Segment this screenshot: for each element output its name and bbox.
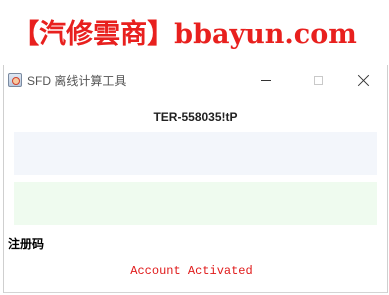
register-code-label: 注册码	[8, 237, 45, 251]
watermark-banner: 【汽修雲商】bbayun.com	[0, 0, 389, 62]
window-bottom-border	[4, 292, 387, 293]
app-window: SFD 离线计算工具 TER-558035!tP 注册码 Account Act…	[3, 65, 388, 293]
close-button[interactable]	[342, 65, 386, 95]
maximize-icon	[313, 75, 323, 85]
window-title: SFD 离线计算工具	[27, 74, 127, 88]
machine-code-label: TER-558035!tP	[153, 110, 238, 124]
input-field-bottom[interactable]	[14, 182, 377, 225]
status-message: Account Activated	[130, 264, 253, 278]
input-field-top[interactable]	[14, 132, 377, 175]
minimize-icon	[261, 79, 271, 81]
maximize-button[interactable]	[296, 65, 340, 95]
title-bar[interactable]: SFD 离线计算工具	[4, 65, 387, 95]
watermark-text: 【汽修雲商】bbayun.com	[12, 18, 357, 50]
close-icon	[358, 74, 370, 86]
minimize-button[interactable]	[244, 65, 288, 95]
java-app-icon	[8, 73, 22, 87]
